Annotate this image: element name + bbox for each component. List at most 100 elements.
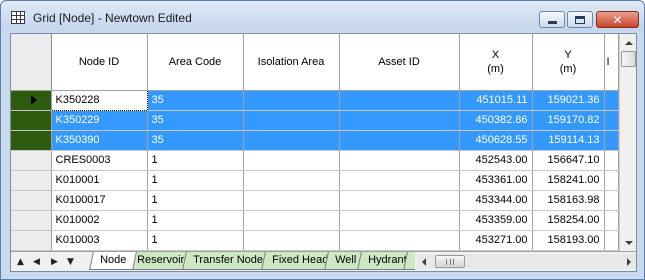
vertical-scroll-thumb[interactable] xyxy=(621,51,636,67)
tab-node[interactable]: Node xyxy=(89,252,138,270)
cell-truncated[interactable] xyxy=(604,210,619,231)
last-record-button[interactable]: ▼ xyxy=(63,254,78,269)
scroll-left-button[interactable] xyxy=(417,254,431,269)
cell-node-id[interactable]: K350229 xyxy=(51,110,148,131)
cell-asset-id[interactable] xyxy=(339,210,460,231)
next-record-button[interactable]: ▶ xyxy=(47,254,62,269)
cell-isolation-area[interactable] xyxy=(243,210,340,231)
cell-truncated[interactable] xyxy=(604,110,619,131)
header-y[interactable]: Y (m) xyxy=(532,34,605,91)
tab-transfer-node[interactable]: Transfer Node xyxy=(182,252,274,270)
cell-truncated[interactable] xyxy=(604,230,619,251)
cell-y[interactable]: 159170.82 xyxy=(532,110,605,131)
cell-node-id[interactable]: K010001 xyxy=(51,170,148,191)
row-selector[interactable] xyxy=(11,130,52,151)
cell-isolation-area[interactable] xyxy=(243,230,340,251)
cell-isolation-area[interactable] xyxy=(243,190,340,211)
cell-node-id[interactable]: K010002 xyxy=(51,210,148,231)
row-selector[interactable] xyxy=(11,190,52,211)
row-selector[interactable] xyxy=(11,110,52,131)
cell-truncated[interactable] xyxy=(604,190,619,211)
cell-node-id[interactable]: CRES0003 xyxy=(51,150,148,171)
tab-label: Reservoir xyxy=(137,254,185,266)
cell-area-code[interactable]: 35 xyxy=(147,90,244,111)
table-row[interactable]: CRES0003 1 452543.00 156647.10 xyxy=(11,150,619,171)
table-row[interactable]: K010002 1 453359.00 158254.00 xyxy=(11,210,619,231)
row-selector[interactable] xyxy=(11,90,52,111)
first-record-button[interactable]: ▲ xyxy=(13,254,28,269)
cell-asset-id[interactable] xyxy=(339,170,460,191)
cell-y[interactable]: 159021.36 xyxy=(532,90,605,111)
row-selector[interactable] xyxy=(11,150,52,171)
horizontal-scroll-thumb[interactable] xyxy=(435,255,465,268)
header-area-code[interactable]: Area Code xyxy=(147,34,244,91)
cell-asset-id[interactable] xyxy=(339,150,460,171)
cell-area-code[interactable]: 35 xyxy=(147,110,244,131)
cell-asset-id[interactable] xyxy=(339,230,460,251)
table-row[interactable]: K010003 1 453271.00 158193.00 xyxy=(11,230,619,251)
cell-x[interactable]: 453359.00 xyxy=(459,210,533,231)
cell-y[interactable]: 158241.00 xyxy=(532,170,605,191)
cell-area-code[interactable]: 1 xyxy=(147,210,244,231)
cell-node-id[interactable]: K010003 xyxy=(51,230,148,251)
cell-y[interactable]: 156647.10 xyxy=(532,150,605,171)
cell-isolation-area[interactable] xyxy=(243,150,340,171)
cell-area-code[interactable]: 1 xyxy=(147,150,244,171)
header-x[interactable]: X (m) xyxy=(459,34,533,91)
cell-y[interactable]: 158163.98 xyxy=(532,190,605,211)
cell-area-code[interactable]: 35 xyxy=(147,130,244,151)
header-truncated[interactable]: I xyxy=(604,34,619,91)
scroll-down-button[interactable] xyxy=(620,234,636,251)
cell-x[interactable]: 453271.00 xyxy=(459,230,533,251)
previous-record-button[interactable]: ◀ xyxy=(29,254,44,269)
cell-truncated[interactable] xyxy=(604,170,619,191)
cell-asset-id[interactable] xyxy=(339,110,460,131)
row-selector[interactable] xyxy=(11,230,52,251)
cell-x[interactable]: 453361.00 xyxy=(459,170,533,191)
cell-y[interactable]: 159114.13 xyxy=(532,130,605,151)
cell-x[interactable]: 450628.55 xyxy=(459,130,533,151)
cell-node-id[interactable]: K350390 xyxy=(51,130,148,151)
cell-asset-id[interactable] xyxy=(339,90,460,111)
cell-isolation-area[interactable] xyxy=(243,130,340,151)
table-row[interactable]: K0100017 1 453344.00 158163.98 xyxy=(11,190,619,211)
cell-x[interactable]: 451015.11 xyxy=(459,90,533,111)
cell-y[interactable]: 158193.00 xyxy=(532,230,605,251)
cell-truncated[interactable] xyxy=(604,150,619,171)
cell-truncated[interactable] xyxy=(604,130,619,151)
cell-area-code[interactable]: 1 xyxy=(147,230,244,251)
arrow-up-icon xyxy=(624,40,633,45)
maximize-button[interactable] xyxy=(567,11,593,28)
close-button[interactable]: ✕ xyxy=(596,11,639,28)
table-row[interactable]: K350228 35 451015.11 159021.36 xyxy=(11,89,619,111)
header-asset-id[interactable]: Asset ID xyxy=(339,34,460,91)
cell-y[interactable]: 158254.00 xyxy=(532,210,605,231)
scroll-up-button[interactable] xyxy=(620,34,636,51)
horizontal-scrollbar[interactable] xyxy=(417,254,636,269)
header-selector[interactable] xyxy=(11,34,52,91)
minimize-button[interactable] xyxy=(539,11,565,28)
cell-asset-id[interactable] xyxy=(339,190,460,211)
cell-isolation-area[interactable] xyxy=(243,90,340,111)
header-isolation-area[interactable]: Isolation Area xyxy=(243,34,340,91)
row-selector[interactable] xyxy=(11,210,52,231)
header-node-id[interactable]: Node ID xyxy=(51,34,148,91)
table-row[interactable]: K010001 1 453361.00 158241.00 xyxy=(11,170,619,191)
cell-isolation-area[interactable] xyxy=(243,110,340,131)
cell-node-id[interactable]: K350228 xyxy=(50,89,148,111)
vertical-scrollbar[interactable] xyxy=(619,34,636,251)
cell-area-code[interactable]: 1 xyxy=(147,170,244,191)
scroll-right-button[interactable] xyxy=(622,254,636,269)
title-bar[interactable]: Grid [Node] - Newtown Edited ✕ xyxy=(1,1,644,31)
cell-isolation-area[interactable] xyxy=(243,170,340,191)
row-selector[interactable] xyxy=(11,170,52,191)
cell-x[interactable]: 453344.00 xyxy=(459,190,533,211)
table-row[interactable]: K350390 35 450628.55 159114.13 xyxy=(11,130,619,151)
table-row[interactable]: K350229 35 450382.86 159170.82 xyxy=(11,110,619,131)
cell-node-id[interactable]: K0100017 xyxy=(51,190,148,211)
cell-asset-id[interactable] xyxy=(339,130,460,151)
cell-truncated[interactable] xyxy=(604,90,619,111)
cell-area-code[interactable]: 1 xyxy=(147,190,244,211)
cell-x[interactable]: 450382.86 xyxy=(459,110,533,131)
cell-x[interactable]: 452543.00 xyxy=(459,150,533,171)
